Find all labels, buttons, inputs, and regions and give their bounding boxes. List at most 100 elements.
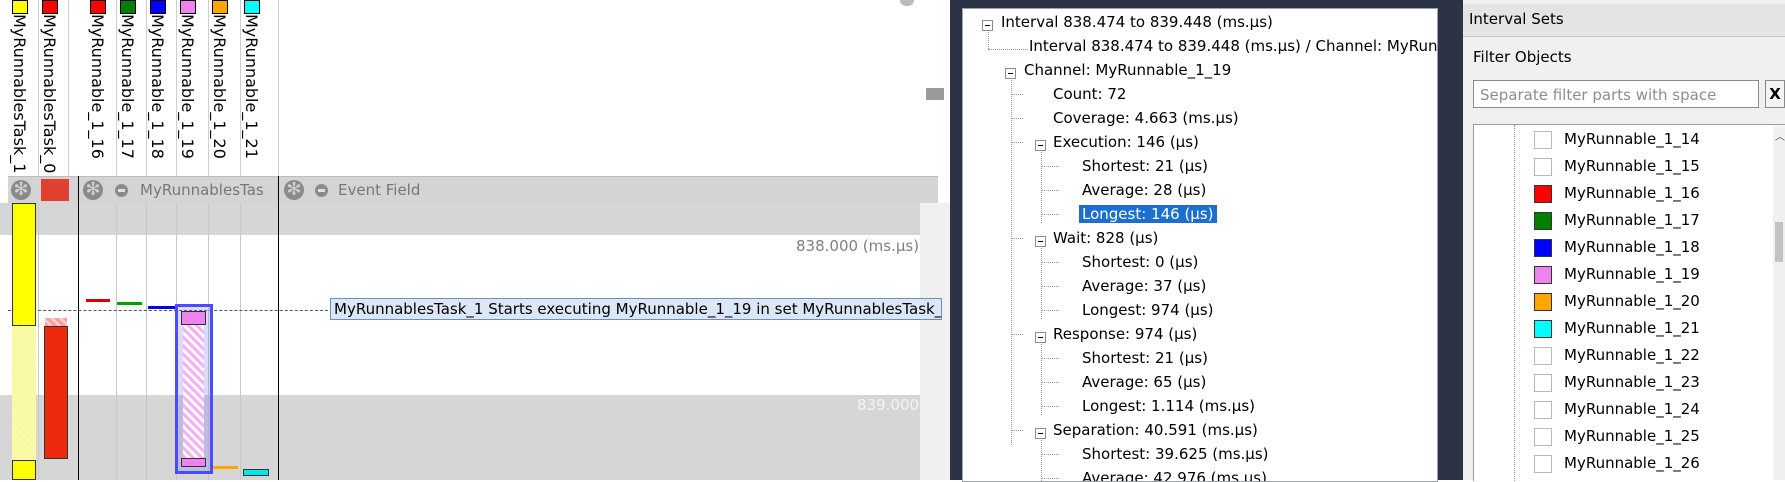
tree-node-execution[interactable]: Execution: 146 (µs) <box>1053 133 1199 151</box>
tree-node-resp-shortest[interactable]: Shortest: 21 (µs) <box>1082 349 1208 367</box>
runnable-18-bar[interactable] <box>148 306 176 309</box>
column-header-runnable-16[interactable]: MyRunnable_1_16 <box>86 0 117 176</box>
column-header-runnable-18[interactable]: MyRunnable_1_18 <box>146 0 177 176</box>
collapse-icon[interactable] <box>1035 428 1046 439</box>
collapse-icon[interactable] <box>1035 236 1046 247</box>
tree-node-wait-longest[interactable]: Longest: 974 (µs) <box>1082 301 1214 319</box>
column-divider <box>146 203 147 480</box>
item-label: MyRunnable_1_17 <box>1564 211 1700 229</box>
runnable-20-bar[interactable] <box>213 466 238 469</box>
tree-node-wait-average[interactable]: Average: 37 (µs) <box>1082 277 1206 295</box>
item-color-checkbox[interactable] <box>1534 185 1552 203</box>
timeline-panel[interactable]: MyRunnablesTask_1 MyRunnablesTask_0 MyRu… <box>0 0 950 480</box>
tree-node-wait[interactable]: Wait: 828 (µs) <box>1053 229 1158 247</box>
task-execution-bar[interactable] <box>12 460 36 480</box>
runnable-17-bar[interactable] <box>117 302 142 305</box>
column-header-runnable-19[interactable]: MyRunnable_1_19 <box>176 0 209 176</box>
column-color-swatch <box>42 0 58 14</box>
timeline-band <box>0 395 950 480</box>
item-color-checkbox[interactable] <box>1534 455 1552 473</box>
item-color-checkbox[interactable] <box>1534 212 1552 230</box>
event-tooltip: MyRunnablesTask_1 Starts executing MyRun… <box>330 298 942 320</box>
tree-node-coverage[interactable]: Coverage: 4.663 (ms.µs) <box>1053 109 1239 127</box>
tree-connector <box>1011 118 1023 119</box>
tree-node-interval[interactable]: Interval 838.474 to 839.448 (ms.µs) <box>1001 13 1273 31</box>
column-color-swatch <box>244 0 260 14</box>
minus-icon[interactable] <box>115 184 128 197</box>
column-label: MyRunnable_1_19 <box>178 14 197 159</box>
column-label: MyRunnable_1_17 <box>118 14 137 159</box>
filter-title: Filter Objects <box>1473 48 1572 66</box>
task-execution-bar[interactable] <box>44 326 68 459</box>
tree-node-exec-shortest[interactable]: Shortest: 21 (µs) <box>1082 157 1208 175</box>
gear-icon[interactable]: ✻ <box>11 180 31 200</box>
task-execution-bar[interactable] <box>12 203 36 326</box>
collapse-icon[interactable] <box>1005 68 1016 79</box>
time-label-top: 838.000 (ms.µs) <box>796 237 920 255</box>
item-color-checkbox[interactable] <box>1534 374 1552 392</box>
column-color-swatch <box>180 0 196 14</box>
tree-node-wait-shortest[interactable]: Shortest: 0 (µs) <box>1082 253 1198 271</box>
collapse-icon[interactable] <box>982 20 993 31</box>
tree-node-separation[interactable]: Separation: 40.591 (ms.µs) <box>1053 421 1258 439</box>
splitter-handle-icon[interactable] <box>926 88 944 100</box>
item-color-checkbox[interactable] <box>1534 347 1552 365</box>
item-color-checkbox[interactable] <box>1534 401 1552 419</box>
scroll-up-icon[interactable] <box>900 0 914 6</box>
minus-icon[interactable] <box>315 184 328 197</box>
tree-node-response[interactable]: Response: 974 (µs) <box>1053 325 1197 343</box>
statistics-tree[interactable]: Interval 838.474 to 839.448 (ms.µs) Inte… <box>962 8 1438 482</box>
tree-node-exec-longest[interactable]: Longest: 146 (µs) <box>1079 205 1217 223</box>
tree-node-sep-shortest[interactable]: Shortest: 39.625 (ms.µs) <box>1082 445 1269 463</box>
column-header-runnable-21[interactable]: MyRunnable_1_21 <box>240 0 279 176</box>
item-color-checkbox[interactable] <box>1534 266 1552 284</box>
clear-filter-button[interactable]: X <box>1765 80 1785 108</box>
tree-node-count[interactable]: Count: 72 <box>1053 85 1126 103</box>
task-waiting-bar[interactable] <box>12 326 36 460</box>
column-label: MyRunnable_1_18 <box>148 14 167 159</box>
filter-input[interactable]: Separate filter parts with space <box>1473 80 1759 108</box>
tree-node-exec-average[interactable]: Average: 28 (µs) <box>1082 181 1206 199</box>
remove-column-icon[interactable] <box>41 179 69 201</box>
column-color-swatch <box>12 0 28 14</box>
list-scrollbar[interactable]: ︿ <box>1773 126 1785 480</box>
tree-node-resp-average[interactable]: Average: 65 (µs) <box>1082 373 1206 391</box>
tree-connector <box>1041 437 1042 481</box>
tree-connector <box>1011 334 1023 335</box>
column-header-task0[interactable]: MyRunnablesTask_0 <box>38 0 69 176</box>
column-header-runnable-20[interactable]: MyRunnable_1_20 <box>208 0 241 176</box>
scrollbar-thumb[interactable] <box>1775 222 1783 262</box>
item-color-checkbox[interactable] <box>1534 293 1552 311</box>
item-label: MyRunnable_1_24 <box>1564 400 1700 418</box>
item-color-checkbox[interactable] <box>1534 158 1552 176</box>
item-color-checkbox[interactable] <box>1534 428 1552 446</box>
scroll-up-icon[interactable]: ︿ <box>1775 128 1785 143</box>
gear-icon[interactable]: ✻ <box>284 180 304 200</box>
tree-node-resp-longest[interactable]: Longest: 1.114 (ms.µs) <box>1082 397 1255 415</box>
gear-icon[interactable]: ✻ <box>83 180 103 200</box>
panel-title: Interval Sets <box>1469 10 1564 28</box>
tree-node-channel[interactable]: Channel: MyRunnable_1_19 <box>1024 61 1231 79</box>
task-waiting-bar[interactable] <box>45 318 67 326</box>
item-label: MyRunnable_1_25 <box>1564 427 1700 445</box>
collapse-icon[interactable] <box>1035 140 1046 151</box>
panel-header: Interval Sets <box>1463 4 1785 37</box>
item-color-checkbox[interactable] <box>1534 239 1552 257</box>
tree-connector <box>1041 149 1042 223</box>
tree-node-interval-channel[interactable]: Interval 838.474 to 839.448 (ms.µs) / Ch… <box>1029 37 1437 55</box>
tree-node-sep-average[interactable]: Average: 42.976 (ms.µs) <box>1082 469 1267 481</box>
interval-set-list[interactable]: MyRunnable_1_14 MyRunnable_1_15 MyRunnab… <box>1473 124 1785 481</box>
runnable-21-bar[interactable] <box>243 469 269 476</box>
column-header-runnable-17[interactable]: MyRunnable_1_17 <box>116 0 147 176</box>
tree-connector <box>1011 238 1023 239</box>
column-color-swatch <box>150 0 166 14</box>
collapse-icon[interactable] <box>1035 332 1046 343</box>
cursor-line <box>8 310 333 311</box>
column-label: MyRunnable_1_20 <box>210 14 229 159</box>
column-header-task1[interactable]: MyRunnablesTask_1 <box>8 0 39 176</box>
runnable-16-bar[interactable] <box>86 299 110 302</box>
tree-connector <box>1514 125 1515 481</box>
item-label: MyRunnable_1_23 <box>1564 373 1700 391</box>
item-color-checkbox[interactable] <box>1534 320 1552 338</box>
item-color-checkbox[interactable] <box>1534 131 1552 149</box>
